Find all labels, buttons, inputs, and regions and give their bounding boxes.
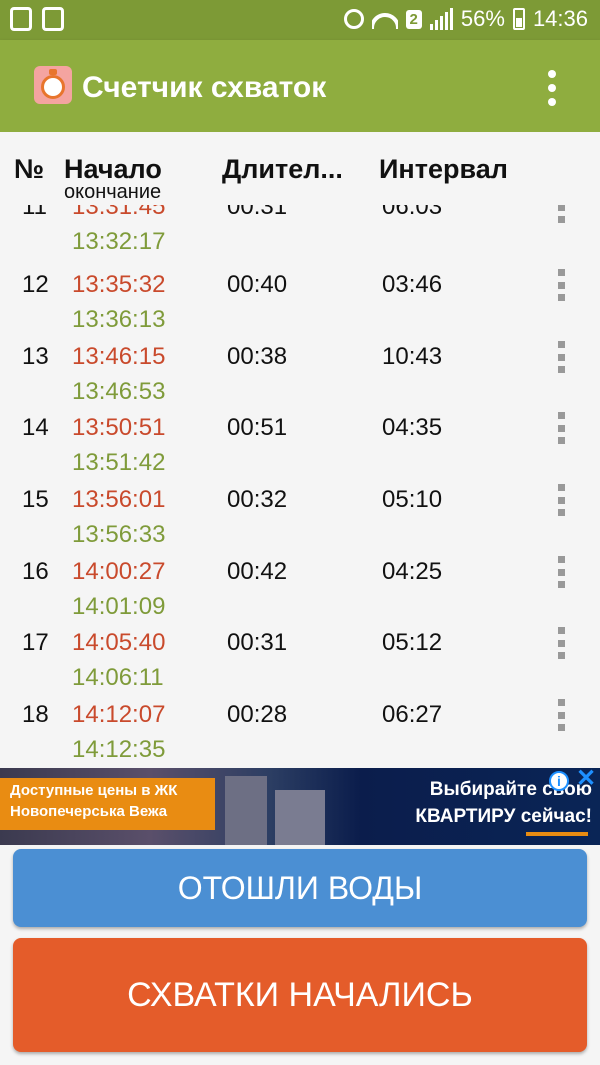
row-duration: 00:28: [227, 701, 288, 728]
row-end-time: 14:01:09: [72, 593, 166, 620]
battery-percent: 56%: [460, 6, 505, 31]
row-number: 11: [22, 205, 47, 220]
app-bar: Счетчик схваток: [0, 40, 600, 132]
row-number: 15: [22, 486, 49, 513]
row-end-time: 13:56:33: [72, 521, 166, 548]
row-interval: 06:03: [382, 205, 443, 220]
row-duration: 00:31: [227, 205, 288, 220]
ad-close-icon[interactable]: ✕: [575, 768, 597, 791]
row-start-time: 13:46:15: [72, 343, 166, 370]
row-more-icon[interactable]: [555, 341, 567, 373]
row-interval: 10:43: [382, 343, 443, 370]
header-duration: Длител...: [222, 154, 343, 184]
table-row[interactable]: 18 14:12:07 14:12:35 00:28 06:27: [0, 699, 600, 767]
ad-left-panel: Доступные цены в ЖК Новопечерська Вежа: [0, 778, 215, 830]
row-start-time: 13:35:32: [72, 271, 166, 298]
row-end-time: 13:32:17: [72, 228, 166, 255]
row-interval: 03:46: [382, 271, 443, 298]
pregnancy-app-icon: [10, 7, 32, 31]
row-duration: 00:38: [227, 343, 288, 370]
row-start-time: 14:00:27: [72, 558, 166, 585]
status-left-icons: [10, 7, 64, 31]
table-header: № Начало окончание Длител... Интервал: [0, 132, 600, 205]
table-row[interactable]: 14 13:50:51 13:51:42 00:51 04:35: [0, 412, 600, 486]
app-title: Счетчик схваток: [82, 71, 327, 104]
status-right: 2 56% 14:36: [343, 6, 588, 32]
row-end-time: 14:12:35: [72, 736, 166, 763]
table-row[interactable]: 16 14:00:27 14:01:09 00:42 04:25: [0, 556, 600, 630]
row-start-time: 13:50:51: [72, 414, 166, 441]
water-broke-button[interactable]: ОТОШЛИ ВОДЫ: [13, 849, 587, 927]
row-number: 14: [22, 414, 49, 441]
row-duration: 00:40: [227, 271, 288, 298]
ad-right-line2: КВАРТИРУ сейчас!: [415, 806, 592, 827]
row-duration: 00:51: [227, 414, 288, 441]
overflow-menu-icon[interactable]: [546, 70, 558, 106]
sim-badge: 2: [405, 9, 422, 29]
table-row[interactable]: 12 13:35:32 13:36:13 00:40 03:46: [0, 269, 600, 343]
row-number: 18: [22, 701, 49, 728]
table-row[interactable]: 13 13:46:15 13:46:53 00:38 10:43: [0, 341, 600, 415]
row-number: 13: [22, 343, 49, 370]
row-duration: 00:31: [227, 629, 288, 656]
ad-left-text: Доступные цены в ЖК Новопечерська Вежа: [10, 782, 178, 820]
ad-accent-bar: [526, 832, 588, 836]
header-num: №: [14, 154, 45, 184]
table-row[interactable]: 11 13:31:45 13:32:17 00:31 06:03: [0, 205, 600, 265]
row-more-icon[interactable]: [555, 205, 567, 223]
ad-building-image: [225, 776, 267, 845]
contractions-list[interactable]: 11 13:31:45 13:32:17 00:31 06:03 12 13:3…: [0, 205, 600, 767]
clock: 14:36: [532, 6, 588, 31]
row-interval: 06:27: [382, 701, 443, 728]
header-interval: Интервал: [379, 154, 508, 184]
ad-banner[interactable]: Доступные цены в ЖК Новопечерська Вежа В…: [0, 768, 600, 845]
row-interval: 04:25: [382, 558, 443, 585]
row-more-icon[interactable]: [555, 412, 567, 444]
row-number: 17: [22, 629, 49, 656]
signal-icon: [429, 8, 453, 30]
row-interval: 04:35: [382, 414, 443, 441]
row-more-icon[interactable]: [555, 699, 567, 731]
row-start-time: 13:31:45: [72, 205, 166, 220]
row-start-time: 14:05:40: [72, 629, 166, 656]
ad-building-image: [275, 790, 325, 845]
row-duration: 00:42: [227, 558, 288, 585]
row-more-icon[interactable]: [555, 484, 567, 516]
row-start-time: 14:12:07: [72, 701, 166, 728]
header-end: окончание: [64, 181, 162, 203]
row-more-icon[interactable]: [555, 556, 567, 588]
ad-info-icon[interactable]: i: [549, 771, 569, 791]
wifi-icon: [371, 9, 398, 29]
row-number: 16: [22, 558, 49, 585]
alarm-icon: [343, 9, 364, 29]
row-number: 12: [22, 271, 49, 298]
table-row[interactable]: 15 13:56:01 13:56:33 00:32 05:10: [0, 484, 600, 558]
row-end-time: 13:51:42: [72, 449, 166, 476]
row-interval: 05:12: [382, 629, 443, 656]
screenshot-icon: [42, 7, 64, 31]
row-end-time: 14:06:11: [72, 664, 164, 691]
row-end-time: 13:36:13: [72, 306, 166, 333]
row-interval: 05:10: [382, 486, 443, 513]
stopwatch-logo-icon: [34, 66, 72, 104]
row-more-icon[interactable]: [555, 627, 567, 659]
table-row[interactable]: 17 14:05:40 14:06:11 00:31 05:12: [0, 627, 600, 701]
row-more-icon[interactable]: [555, 269, 567, 301]
row-start-time: 13:56:01: [72, 486, 166, 513]
row-end-time: 13:46:53: [72, 378, 166, 405]
battery-icon: [512, 8, 525, 30]
row-duration: 00:32: [227, 486, 288, 513]
contractions-started-button[interactable]: СХВАТКИ НАЧАЛИСЬ: [13, 938, 587, 1052]
status-bar: 2 56% 14:36: [0, 0, 600, 40]
